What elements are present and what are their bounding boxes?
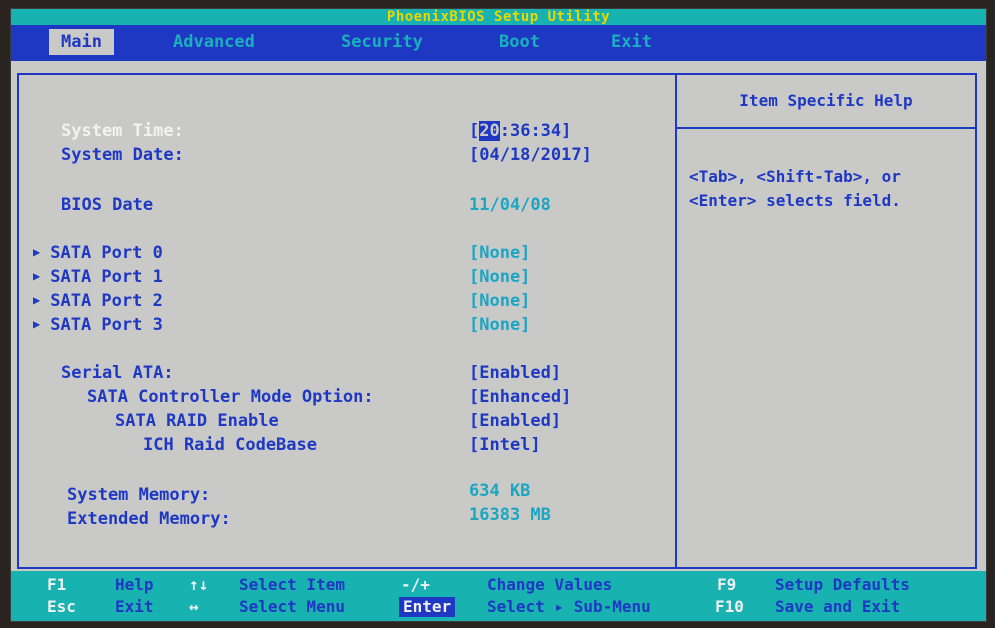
sata-raid-enable-value[interactable]: [Enabled]	[469, 411, 561, 431]
help-text: <Tab>, <Shift-Tab>, or <Enter> selects f…	[689, 167, 901, 210]
ich-raid-codebase-row[interactable]: ICH Raid CodeBase	[143, 435, 317, 455]
key-f10: F10	[715, 597, 744, 616]
serial-ata-value[interactable]: [Enabled]	[469, 363, 561, 383]
bios-date-row: BIOS Date	[61, 195, 153, 215]
menu-main[interactable]: Main	[49, 29, 114, 55]
submenu-arrow-icon: ▶	[33, 317, 41, 331]
key-f9-desc: Setup Defaults	[775, 575, 910, 594]
key-leftright-icon: ↔	[189, 597, 199, 616]
key-f10-desc: Save and Exit	[775, 597, 901, 616]
app-title: PhoenixBIOS Setup Utility	[11, 9, 986, 25]
key-f9: F9	[717, 575, 737, 594]
sata-port-3-value: [None]	[469, 315, 531, 335]
system-time-row[interactable]: System Time:	[61, 121, 184, 141]
key-plusminus: -/+	[401, 575, 430, 594]
system-date-label: System Date:	[61, 145, 184, 165]
key-esc: Esc	[47, 597, 76, 616]
system-memory-row: System Memory:	[67, 485, 211, 505]
sata-port-3-row[interactable]: ▶ SATA Port 3	[33, 315, 163, 335]
menu-security[interactable]: Security	[329, 29, 435, 55]
help-title: Item Specific Help	[677, 75, 975, 129]
menu-bar: Main Advanced Security Boot Exit	[11, 25, 986, 61]
sata-raid-enable-row[interactable]: SATA RAID Enable	[115, 411, 279, 431]
key-enter: Enter	[399, 597, 456, 617]
sata-port-2-value: [None]	[469, 291, 531, 311]
sata-port-0-row[interactable]: ▶ SATA Port 0	[33, 243, 163, 263]
system-date-value[interactable]: [04/18/2017]	[469, 145, 592, 165]
bios-date-value: 11/04/08	[469, 195, 551, 215]
submenu-arrow-icon: ▶	[33, 245, 41, 259]
submenu-arrow-icon: ▶	[33, 293, 41, 307]
system-memory-value: 634 KB	[469, 481, 531, 501]
key-updown-icon: ↑↓	[189, 575, 209, 594]
sata-port-0-value: [None]	[469, 243, 531, 263]
menu-advanced[interactable]: Advanced	[161, 29, 267, 55]
sata-port-1-value: [None]	[469, 267, 531, 287]
sata-port-2-row[interactable]: ▶ SATA Port 2	[33, 291, 163, 311]
serial-ata-row[interactable]: Serial ATA:	[61, 363, 174, 383]
menu-exit[interactable]: Exit	[599, 29, 664, 55]
sata-controller-mode-row[interactable]: SATA Controller Mode Option:	[87, 387, 374, 407]
system-time-value[interactable]: [20:36:34]	[469, 121, 571, 141]
system-date-row[interactable]: System Date:	[61, 145, 184, 165]
key-leftright-desc: Select Menu	[239, 597, 345, 616]
status-bar: F1 Help ↑↓ Select Item -/+ Change Values…	[11, 571, 986, 621]
main-pane: System Time: [20:36:34] System Date: [04…	[19, 75, 677, 567]
sata-port-1-row[interactable]: ▶ SATA Port 1	[33, 267, 163, 287]
key-f1-desc: Help	[115, 575, 154, 594]
setup-panel: System Time: [20:36:34] System Date: [04…	[17, 73, 977, 569]
help-pane: Item Specific Help <Tab>, <Shift-Tab>, o…	[677, 75, 975, 567]
extended-memory-value: 16383 MB	[469, 505, 551, 525]
submenu-arrow-icon: ▶	[33, 269, 41, 283]
system-time-label: System Time:	[61, 121, 184, 141]
menu-boot[interactable]: Boot	[487, 29, 552, 55]
bios-date-label: BIOS Date	[61, 195, 154, 215]
extended-memory-row: Extended Memory:	[67, 509, 231, 529]
key-plusminus-desc: Change Values	[487, 575, 613, 594]
key-updown-desc: Select Item	[239, 575, 345, 594]
ich-raid-codebase-value[interactable]: [Intel]	[469, 435, 541, 455]
key-f1: F1	[47, 575, 67, 594]
system-time-cursor[interactable]: 20	[479, 121, 500, 141]
key-esc-desc: Exit	[115, 597, 154, 616]
bios-screen: PhoenixBIOS Setup Utility Main Advanced …	[10, 8, 987, 622]
sata-controller-mode-value[interactable]: [Enhanced]	[469, 387, 571, 407]
key-enter-desc: Select ▸ Sub-Menu	[487, 597, 651, 616]
